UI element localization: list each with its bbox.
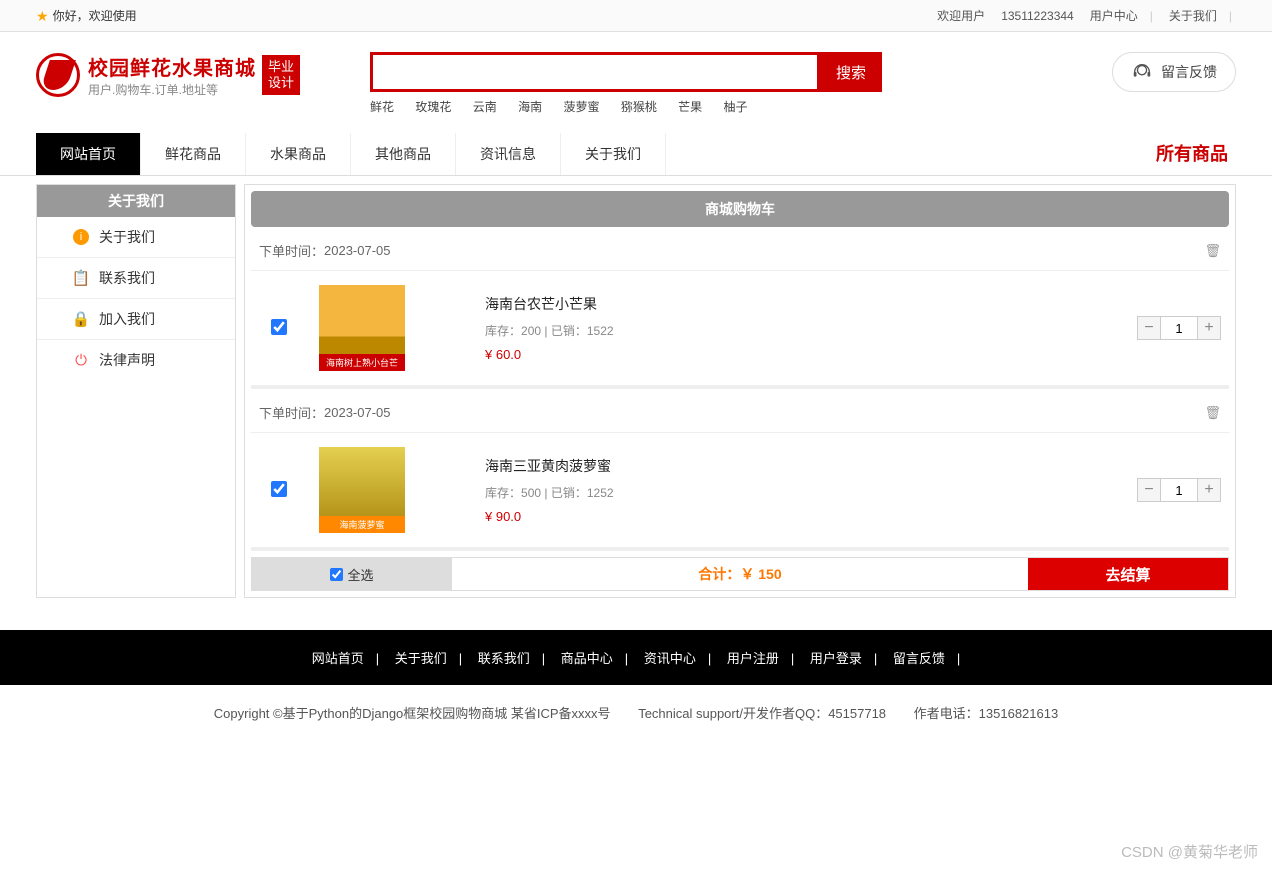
user-label: 欢迎用户: [933, 0, 989, 31]
product-thumb[interactable]: 海南树上熟小台芒: [319, 285, 405, 371]
feedback-button[interactable]: 留言反馈: [1112, 52, 1236, 92]
tag-item[interactable]: 猕猴桃: [621, 100, 657, 114]
quantity-stepper: − +: [1137, 316, 1221, 340]
cart-title: 商城购物车: [251, 191, 1229, 227]
item-checkbox[interactable]: [271, 481, 287, 497]
all-products-link[interactable]: 所有商品: [1156, 133, 1236, 175]
footer-link[interactable]: 用户登录: [804, 651, 868, 666]
footer-link[interactable]: 联系我们: [472, 651, 536, 666]
nav-about[interactable]: 关于我们: [561, 133, 666, 175]
footer-link[interactable]: 留言反馈: [887, 651, 951, 666]
product-price: ¥ 90.0: [485, 509, 1117, 524]
product-meta: 库存：200 | 已销：1522: [485, 322, 1117, 339]
logo-block[interactable]: 校园鲜花水果商城 用户.购物车.订单.地址等 毕业 设计: [36, 52, 300, 98]
sidebar-item-about[interactable]: i关于我们: [37, 217, 235, 258]
product-price: ¥ 60.0: [485, 347, 1117, 362]
header: 校园鲜花水果商城 用户.购物车.订单.地址等 毕业 设计 搜索 鲜花 玫瑰花 云…: [0, 32, 1272, 115]
copyright: Copyright ©基于Python的Django框架校园购物商城 某省ICP…: [0, 685, 1272, 762]
nav-flower[interactable]: 鲜花商品: [141, 133, 246, 175]
sidebar-item-contact[interactable]: 📋联系我们: [37, 258, 235, 299]
sidebar-item-join[interactable]: 🔒加入我们: [37, 299, 235, 340]
footer-link[interactable]: 用户注册: [721, 651, 785, 666]
tag-item[interactable]: 海南: [518, 100, 542, 114]
main-nav: 网站首页 鲜花商品 水果商品 其他商品 资讯信息 关于我们 所有商品: [0, 133, 1272, 176]
product-meta: 库存：500 | 已销：1252: [485, 484, 1117, 501]
user-phone[interactable]: 13511223344: [997, 0, 1078, 31]
top-bar: ★ 你好，欢迎使用 欢迎用户 13511223344 用户中心 关于我们: [0, 0, 1272, 32]
qty-input[interactable]: [1161, 316, 1197, 340]
sidebar-title: 关于我们: [37, 185, 235, 217]
item-checkbox[interactable]: [271, 319, 287, 335]
tag-item[interactable]: 云南: [473, 100, 497, 114]
footer-nav: 网站首页| 关于我们| 联系我们| 商品中心| 资讯中心| 用户注册| 用户登录…: [0, 630, 1272, 685]
nav-news[interactable]: 资讯信息: [456, 133, 561, 175]
total-amount: 合计：￥ 150: [452, 558, 1028, 590]
footer-link[interactable]: 关于我们: [389, 651, 453, 666]
tag-item[interactable]: 柚子: [724, 100, 748, 114]
order-time-row: 下单时间： 2023-07-05 🗑: [251, 389, 1229, 433]
time-value: 2023-07-05: [324, 243, 391, 258]
footer-link[interactable]: 资讯中心: [638, 651, 702, 666]
qty-plus-button[interactable]: +: [1197, 478, 1221, 502]
footer-link[interactable]: 网站首页: [306, 651, 370, 666]
search-button[interactable]: 搜索: [820, 52, 882, 92]
about-link[interactable]: 关于我们: [1165, 0, 1236, 31]
quantity-stepper: − +: [1137, 478, 1221, 502]
tag-item[interactable]: 菠萝蜜: [563, 100, 599, 114]
product-name[interactable]: 海南三亚黄肉菠萝蜜: [485, 456, 1117, 476]
headset-icon: [1131, 61, 1153, 83]
search-input[interactable]: [370, 52, 820, 92]
info-icon: i: [73, 229, 89, 245]
nav-fruit[interactable]: 水果商品: [246, 133, 351, 175]
qty-plus-button[interactable]: +: [1197, 316, 1221, 340]
user-center-link[interactable]: 用户中心: [1086, 0, 1157, 31]
hot-tags: 鲜花 玫瑰花 云南 海南 菠萝蜜 猕猴桃 芒果 柚子: [370, 98, 1042, 115]
order-time-row: 下单时间： 2023-07-05 🗑: [251, 227, 1229, 271]
checkout-button[interactable]: 去结算: [1028, 558, 1228, 590]
delete-icon[interactable]: 🗑: [1204, 405, 1221, 421]
lock-icon: 🔒: [73, 311, 89, 327]
cart-item: 海南菠萝蜜 海南三亚黄肉菠萝蜜 库存：500 | 已销：1252 ¥ 90.0 …: [251, 433, 1229, 551]
power-icon: ⏻: [73, 352, 89, 368]
logo-icon: [36, 53, 80, 97]
nav-home[interactable]: 网站首页: [36, 133, 141, 175]
logo-subtitle: 用户.购物车.订单.地址等: [88, 81, 256, 98]
logo-badge: 毕业 设计: [262, 55, 300, 94]
watermark: CSDN @黄菊华老师: [1121, 841, 1258, 862]
star-icon: ★: [36, 0, 49, 32]
logo-title: 校园鲜花水果商城: [88, 52, 256, 81]
product-name[interactable]: 海南台农芒小芒果: [485, 294, 1117, 314]
clipboard-icon: 📋: [73, 270, 89, 286]
delete-icon[interactable]: 🗑: [1204, 243, 1221, 259]
cart-item: 海南树上熟小台芒 海南台农芒小芒果 库存：200 | 已销：1522 ¥ 60.…: [251, 271, 1229, 389]
time-value: 2023-07-05: [324, 405, 391, 420]
footer-link[interactable]: 商品中心: [555, 651, 619, 666]
qty-minus-button[interactable]: −: [1137, 316, 1161, 340]
qty-input[interactable]: [1161, 478, 1197, 502]
main-content: 关于我们 i关于我们 📋联系我们 🔒加入我们 ⏻法律声明 商城购物车 下单时间：…: [0, 176, 1272, 618]
top-left: ★ 你好，欢迎使用: [36, 0, 137, 31]
tag-item[interactable]: 玫瑰花: [415, 100, 451, 114]
time-label: 下单时间：: [259, 403, 324, 422]
qty-minus-button[interactable]: −: [1137, 478, 1161, 502]
time-label: 下单时间：: [259, 241, 324, 260]
welcome-text: 你好，欢迎使用: [53, 0, 137, 32]
select-all[interactable]: 全选: [252, 558, 452, 590]
sidebar: 关于我们 i关于我们 📋联系我们 🔒加入我们 ⏻法律声明: [36, 184, 236, 598]
tag-item[interactable]: 鲜花: [370, 100, 394, 114]
select-all-checkbox[interactable]: [330, 568, 343, 581]
cart-panel: 商城购物车 下单时间： 2023-07-05 🗑 海南树上熟小台芒 海南台农芒小…: [244, 184, 1236, 598]
tag-item[interactable]: 芒果: [678, 100, 702, 114]
top-right: 欢迎用户 13511223344 用户中心 关于我们: [933, 0, 1236, 31]
feedback-label: 留言反馈: [1161, 62, 1217, 82]
nav-other[interactable]: 其他商品: [351, 133, 456, 175]
product-thumb[interactable]: 海南菠萝蜜: [319, 447, 405, 533]
sidebar-item-legal[interactable]: ⏻法律声明: [37, 340, 235, 380]
cart-summary: 全选 合计：￥ 150 去结算: [251, 557, 1229, 591]
search-block: 搜索 鲜花 玫瑰花 云南 海南 菠萝蜜 猕猴桃 芒果 柚子: [370, 52, 1042, 115]
